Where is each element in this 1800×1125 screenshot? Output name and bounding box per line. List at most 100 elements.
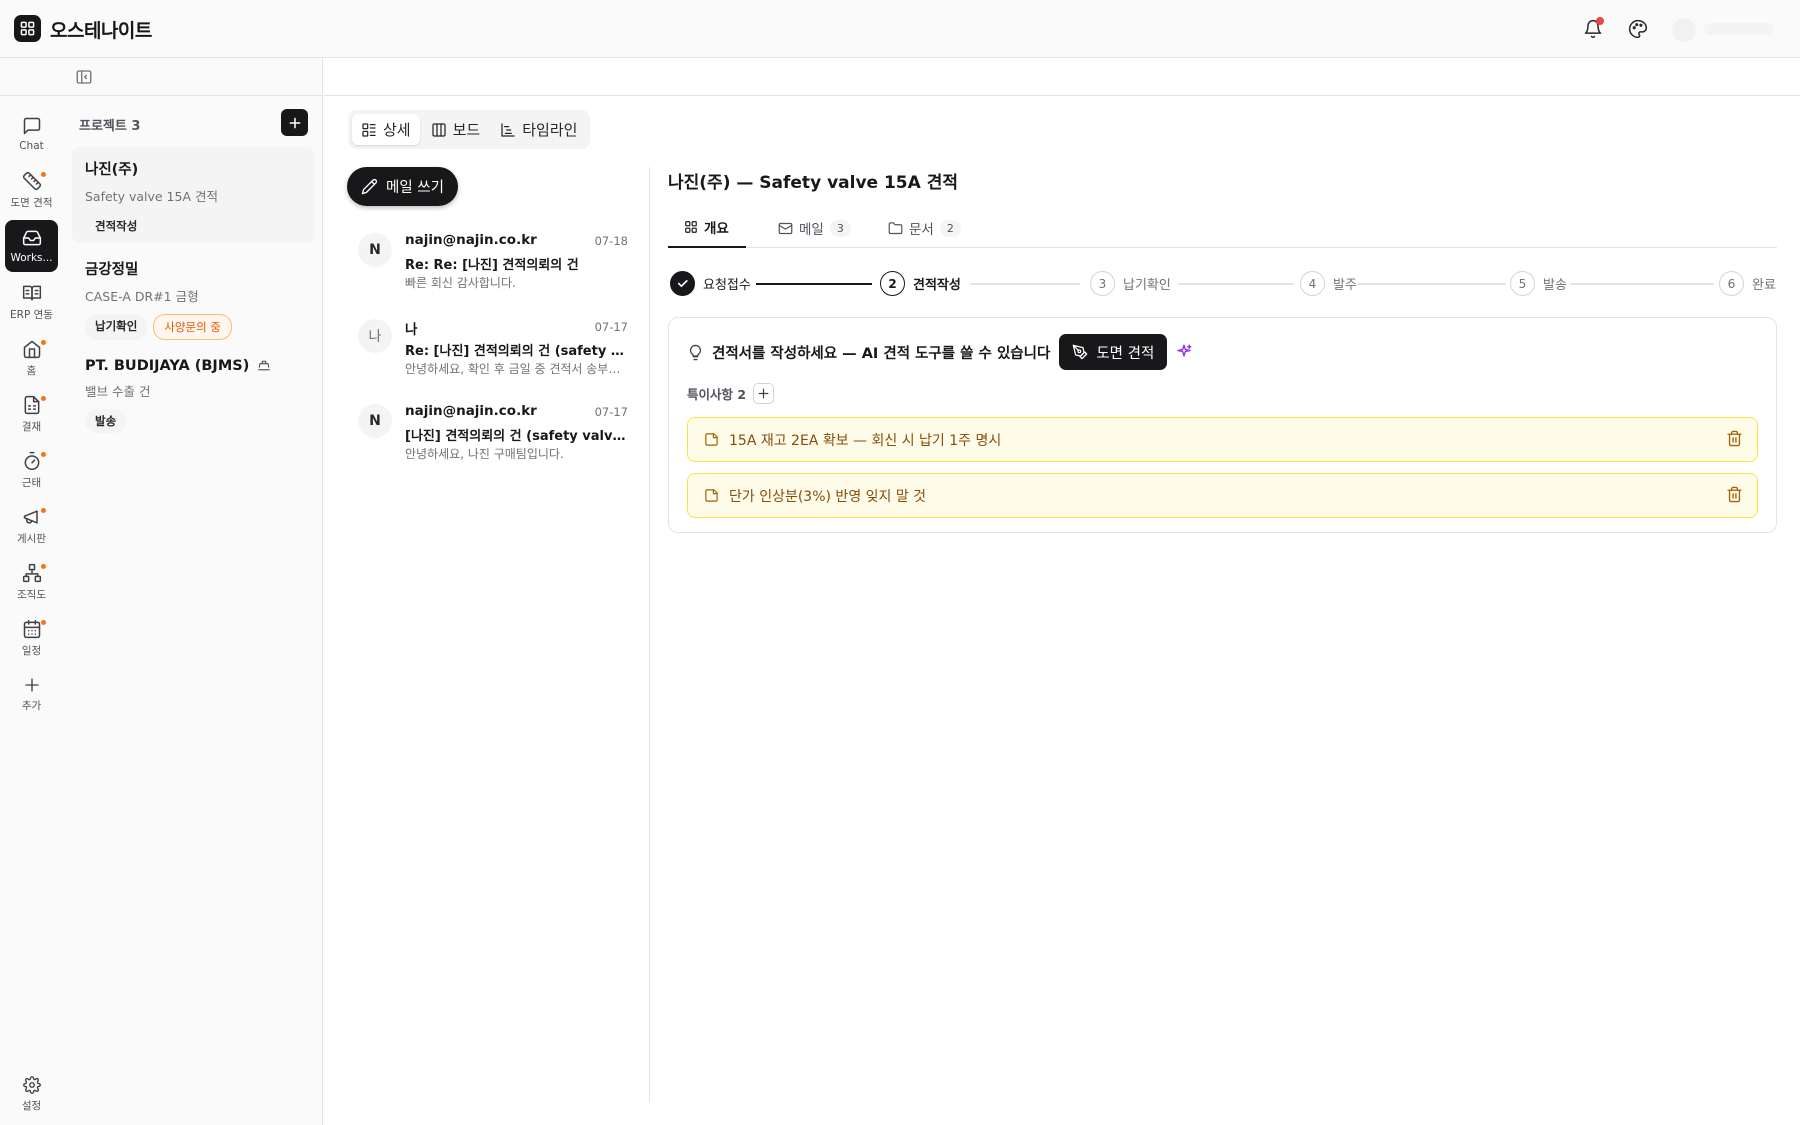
step-label: 납기확인 [1123, 278, 1171, 293]
project-item[interactable]: 금강정밀 CASE-A DR#1 금형 납기확인 사양문의 중 [72, 247, 314, 343]
rail-item-attendance[interactable]: 근태 [5, 444, 58, 496]
drawing-quote-label: 도면 견적 [1096, 345, 1155, 362]
rail-item-org-chart[interactable]: 조직도 [5, 556, 58, 608]
rail-item-home[interactable]: 홈 [5, 332, 58, 384]
rail-label: 도면 견적 [10, 196, 53, 209]
theme-button[interactable] [1626, 17, 1650, 41]
inbox-icon [22, 230, 41, 246]
notes-header: 특이사항 2 [687, 383, 775, 404]
avatar: N [358, 404, 392, 438]
add-note-button[interactable] [753, 383, 775, 404]
view-switcher: 상세 보드 타임라인 [348, 110, 591, 149]
rail-label: 추가 [21, 699, 42, 712]
step-order: 4 발주 [1300, 271, 1357, 296]
step-label: 견적작성 [913, 278, 961, 293]
detail-tabs: 개요 메일 3 문서 2 [668, 208, 1777, 248]
mail-subject: Re: Re: [나진] 견적의뢰의 건 [405, 258, 579, 273]
step-number: 6 [1719, 271, 1744, 296]
sidebar-collapse-icon[interactable] [75, 68, 93, 86]
tab-timeline[interactable]: 타임라인 [491, 114, 586, 145]
rail-item-calendar[interactable]: 일정 [5, 612, 58, 664]
tab-overview[interactable]: 개요 [668, 208, 746, 248]
trash-icon[interactable] [1726, 486, 1743, 503]
app-logo[interactable] [14, 15, 41, 42]
document-icon [24, 395, 39, 414]
count-badge: 2 [939, 219, 961, 237]
rail-item-workspace[interactable]: Works... [5, 220, 58, 272]
calendar-icon [23, 619, 40, 638]
tab-board[interactable]: 보드 [422, 114, 490, 145]
progress-stepper: 요청접수 2 견적작성 3 납기확인 4 발주 5 발송 6 완료 [670, 271, 1777, 297]
settings-button[interactable]: 설정 [5, 1071, 58, 1117]
tab-mail[interactable]: 메일 3 [762, 208, 867, 248]
note-item[interactable]: 단가 인상분(3%) 반영 잊지 말 것 [687, 473, 1758, 518]
notification-button[interactable] [1581, 17, 1605, 41]
project-subtitle: 밸브 수출 건 [85, 384, 151, 399]
tab-detail[interactable]: 상세 [352, 114, 420, 145]
unread-dot [41, 172, 46, 177]
avatar: 나 [358, 319, 392, 353]
rail-label: 홈 [26, 364, 37, 377]
step-label: 발주 [1333, 278, 1357, 293]
step-connector [1570, 283, 1714, 285]
step-complete: 6 완료 [1719, 271, 1776, 296]
mail-preview: 빠른 회신 감사합니다. [405, 276, 516, 290]
notes-title: 특이사항 2 [687, 387, 747, 402]
warning-badge: 사양문의 중 [153, 314, 232, 340]
rail-item-erp[interactable]: ERP 연동 [5, 276, 58, 328]
tab-label: 문서 [909, 222, 934, 238]
rail-item-chat[interactable]: Chat [5, 108, 58, 160]
tab-label: 타임라인 [522, 121, 578, 139]
step-label: 요청접수 [703, 278, 751, 293]
timeline-icon [501, 122, 515, 137]
status-badge: 납기확인 [85, 314, 148, 340]
compose-mail-button[interactable]: 메일 쓰기 [347, 167, 458, 206]
tab-label: 메일 [799, 222, 824, 238]
rail-label: ERP 연동 [10, 308, 53, 321]
add-project-button[interactable] [281, 109, 308, 136]
chat-icon [23, 117, 40, 135]
notification-dot [1596, 17, 1604, 25]
step-connector [1178, 283, 1294, 285]
unread-dot [41, 396, 46, 401]
note-item[interactable]: 15A 재고 2EA 확보 — 회신 시 납기 1주 명시 [687, 417, 1758, 462]
project-item[interactable]: PT. BUDIJAYA (BJMS) 밸브 수출 건 발송 [72, 347, 314, 443]
project-subtitle: CASE-A DR#1 금형 [85, 289, 199, 304]
mail-sender: 나 [405, 322, 418, 338]
main-top-strip [324, 58, 1800, 96]
mail-item[interactable]: N najin@najin.co.kr 07-17 [나진] 견적의뢰의 건 (… [348, 393, 630, 469]
step-request-received: 요청접수 [670, 271, 751, 296]
rail-item-add[interactable]: 추가 [5, 668, 58, 720]
grid-icon [20, 21, 35, 36]
mail-item[interactable]: 나 나 07-17 Re: [나진] 견적의뢰의 건 (safety valve… [348, 308, 630, 384]
collapse-row [0, 58, 323, 96]
project-name: 나진(주) [85, 162, 139, 178]
mail-sender: najin@najin.co.kr [405, 403, 537, 419]
sparkles-icon[interactable] [1175, 343, 1193, 361]
unread-dot [41, 340, 46, 345]
plus-icon [289, 117, 300, 128]
rail-item-approval[interactable]: 결재 [5, 388, 58, 440]
tab-documents[interactable]: 문서 2 [872, 208, 977, 248]
mail-item[interactable]: N najin@najin.co.kr 07-18 Re: Re: [나진] 견… [348, 222, 630, 298]
user-avatar[interactable] [1672, 18, 1696, 42]
project-name: 금강정밀 [85, 262, 139, 278]
step-label: 완료 [1752, 278, 1776, 293]
drawing-quote-button[interactable]: 도면 견적 [1059, 334, 1168, 370]
ruler-icon [22, 171, 41, 190]
app-title: 오스테나이트 [50, 20, 152, 42]
step-number: 5 [1510, 271, 1535, 296]
top-bar: 오스테나이트 [0, 0, 1800, 58]
rail-item-board[interactable]: 게시판 [5, 500, 58, 552]
rail-label: Works... [10, 252, 53, 264]
unread-dot [41, 508, 46, 513]
project-item[interactable]: 나진(주) Safety valve 15A 견적 견적작성 [72, 147, 314, 243]
step-quote-writing: 2 견적작성 [880, 271, 961, 296]
mail-date: 07-17 [594, 320, 628, 334]
org-chart-icon [22, 563, 41, 582]
mail-sender: najin@najin.co.kr [405, 232, 537, 248]
rail-item-drawing-quote[interactable]: 도면 견적 [5, 164, 58, 216]
trash-icon[interactable] [1726, 430, 1743, 447]
lightbulb-icon [689, 344, 702, 360]
palette-icon [1629, 19, 1648, 39]
